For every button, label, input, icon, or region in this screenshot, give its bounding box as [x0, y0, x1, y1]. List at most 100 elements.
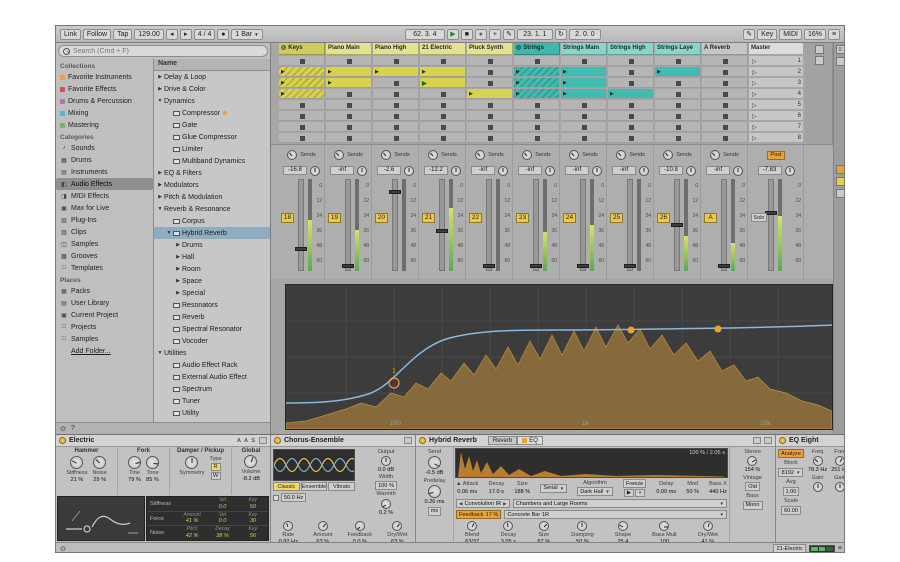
clip-slot[interactable]	[702, 67, 748, 77]
force-key-cell[interactable]: Key30	[238, 513, 268, 525]
clip-play-icon[interactable]: ▶	[422, 80, 427, 87]
clip-slot[interactable]: ▶	[514, 67, 560, 77]
clip-slot[interactable]: ▶	[514, 89, 560, 99]
clip-slot[interactable]	[608, 78, 654, 88]
noise-knob[interactable]	[93, 456, 106, 469]
expand-icon[interactable]: ▶	[174, 254, 182, 260]
mixer-section-toggle-icon[interactable]	[836, 189, 845, 198]
clip-slot[interactable]	[373, 56, 419, 66]
scene-play-icon[interactable]: ▷	[752, 102, 757, 109]
clip-slot[interactable]	[514, 133, 560, 143]
clip-slot[interactable]	[420, 56, 466, 66]
track-header-piano-main[interactable]: Piano Main	[326, 43, 372, 55]
scene-slot-5[interactable]: ▷5	[749, 100, 804, 110]
fader-thumb[interactable]	[718, 264, 730, 268]
volume-fader[interactable]	[768, 179, 774, 271]
conv-feedback-slider[interactable]: Feedback 17 %	[456, 510, 501, 519]
track-activator[interactable]: 26	[657, 213, 670, 223]
send-a-knob[interactable]	[522, 150, 532, 160]
track-header-strings-laye[interactable]: Strings Laye	[655, 43, 701, 55]
sidebar-item-mastering[interactable]: Mastering	[56, 119, 153, 131]
sidebar-item-drums[interactable]: ▦Drums	[56, 154, 153, 166]
track-activator[interactable]: 19	[328, 213, 341, 223]
volume-value[interactable]: -inf	[471, 166, 495, 175]
sidebar-item-plug-ins[interactable]: ▧Plug-Ins	[56, 214, 153, 226]
group-fold-icon[interactable]: ◎	[516, 45, 521, 51]
device-on-toggle[interactable]	[419, 437, 426, 444]
volume-value[interactable]: -16.8	[283, 166, 307, 175]
clip-play-icon[interactable]: ▶	[516, 80, 520, 86]
scale-field[interactable]: 60.00	[781, 506, 801, 515]
convolution-ir-selector[interactable]: ◀Convolution IR▶	[456, 499, 510, 508]
stereo-knob[interactable]	[747, 456, 757, 466]
clip-slot[interactable]: ▶	[279, 78, 325, 88]
track-activator[interactable]: 25	[610, 213, 623, 223]
fader-thumb[interactable]	[436, 229, 448, 233]
tab-reverb[interactable]: Reverb	[488, 436, 517, 445]
volume-value[interactable]: -inf	[518, 166, 542, 175]
algorithm-selector[interactable]: Dark Hall▼	[577, 487, 612, 496]
clip-play-icon[interactable]: ▶	[422, 69, 426, 75]
clip-slot[interactable]	[326, 111, 372, 121]
tree-item-glue-compressor[interactable]: Glue Compressor	[154, 131, 270, 143]
clip-stop-button[interactable]	[676, 59, 681, 64]
scene-slot-6[interactable]: ▷6	[749, 111, 804, 121]
clip-slot[interactable]: ▶	[514, 78, 560, 88]
clip-slot[interactable]	[514, 122, 560, 132]
send-a-knob[interactable]	[287, 150, 297, 160]
fader-thumb[interactable]	[389, 190, 401, 194]
clip-slot[interactable]	[420, 111, 466, 121]
clip-slot[interactable]	[420, 122, 466, 132]
collapse-icon[interactable]: ▼	[156, 98, 164, 104]
analyze-button[interactable]: Analyze	[778, 449, 804, 458]
pan-knob[interactable]	[592, 166, 602, 176]
symmetry-knob[interactable]	[185, 456, 198, 469]
nudge-up-button[interactable]: ▸	[180, 29, 192, 40]
send-a-knob[interactable]	[381, 150, 391, 160]
volume-value[interactable]: -2.6	[377, 166, 401, 175]
stiffness-value[interactable]: 21 %	[70, 477, 83, 483]
clip-stop-button[interactable]	[629, 81, 634, 86]
sidebar-item-favorite-effects[interactable]: Favorite Effects	[56, 83, 153, 95]
clip-slot[interactable]	[702, 111, 748, 121]
sidebar-item-projects[interactable]: □Projects	[56, 321, 153, 333]
volume-knob[interactable]	[244, 455, 257, 468]
selected-device-label[interactable]: 21-Electric	[773, 544, 805, 553]
clip-stop-button[interactable]	[723, 92, 728, 97]
expand-icon[interactable]: ▶	[174, 242, 182, 248]
clip-slot[interactable]: ▶	[561, 89, 607, 99]
clip-play-icon[interactable]: ▶	[375, 69, 379, 75]
clip-slot[interactable]	[326, 133, 372, 143]
volume-value[interactable]: -12.2	[424, 166, 448, 175]
pan-knob[interactable]	[451, 166, 461, 176]
sidebar-item-packs[interactable]: ▦Packs	[56, 285, 153, 297]
link-button[interactable]: Link	[60, 29, 81, 40]
track-activator[interactable]: 21	[422, 213, 435, 223]
clip-stop-button[interactable]	[676, 81, 681, 86]
clip-slot[interactable]	[373, 133, 419, 143]
track-header-piano-high[interactable]: Piano High	[373, 43, 419, 55]
tree-item-audio-effect-rack[interactable]: Audio Effect Rack	[154, 359, 270, 371]
help-icon[interactable]: ?	[71, 425, 75, 432]
expand-icon[interactable]: ▶	[156, 182, 164, 188]
clip-stop-button[interactable]	[723, 136, 728, 141]
tree-item-modulators[interactable]: ▶Modulators	[154, 179, 270, 191]
stiffness-key-cell[interactable]: Key50	[238, 498, 268, 510]
scene-slot-7[interactable]: ▷7	[749, 122, 804, 132]
clip-stop-button[interactable]	[629, 125, 634, 130]
stop-all-clips-icon[interactable]	[815, 45, 824, 54]
tree-item-reverb-resonance[interactable]: ▼Reverb & Resonance	[154, 203, 270, 215]
track-activator[interactable]: 18	[281, 213, 294, 223]
scene-play-icon[interactable]: ▷	[752, 80, 757, 87]
clip-play-icon[interactable]: ▶	[281, 69, 285, 75]
clip-slot[interactable]	[373, 100, 419, 110]
eq-band-5-handle[interactable]	[715, 326, 722, 333]
decay2-knob[interactable]	[503, 521, 513, 531]
send-a-knob[interactable]	[663, 150, 673, 160]
clip-play-icon[interactable]: ▶	[563, 80, 567, 86]
shape-knob[interactable]	[618, 521, 628, 531]
key-map-button[interactable]: Key	[757, 29, 777, 40]
clip-slot[interactable]	[608, 56, 654, 66]
clip-slot[interactable]	[279, 122, 325, 132]
volume-fader[interactable]	[439, 179, 445, 271]
